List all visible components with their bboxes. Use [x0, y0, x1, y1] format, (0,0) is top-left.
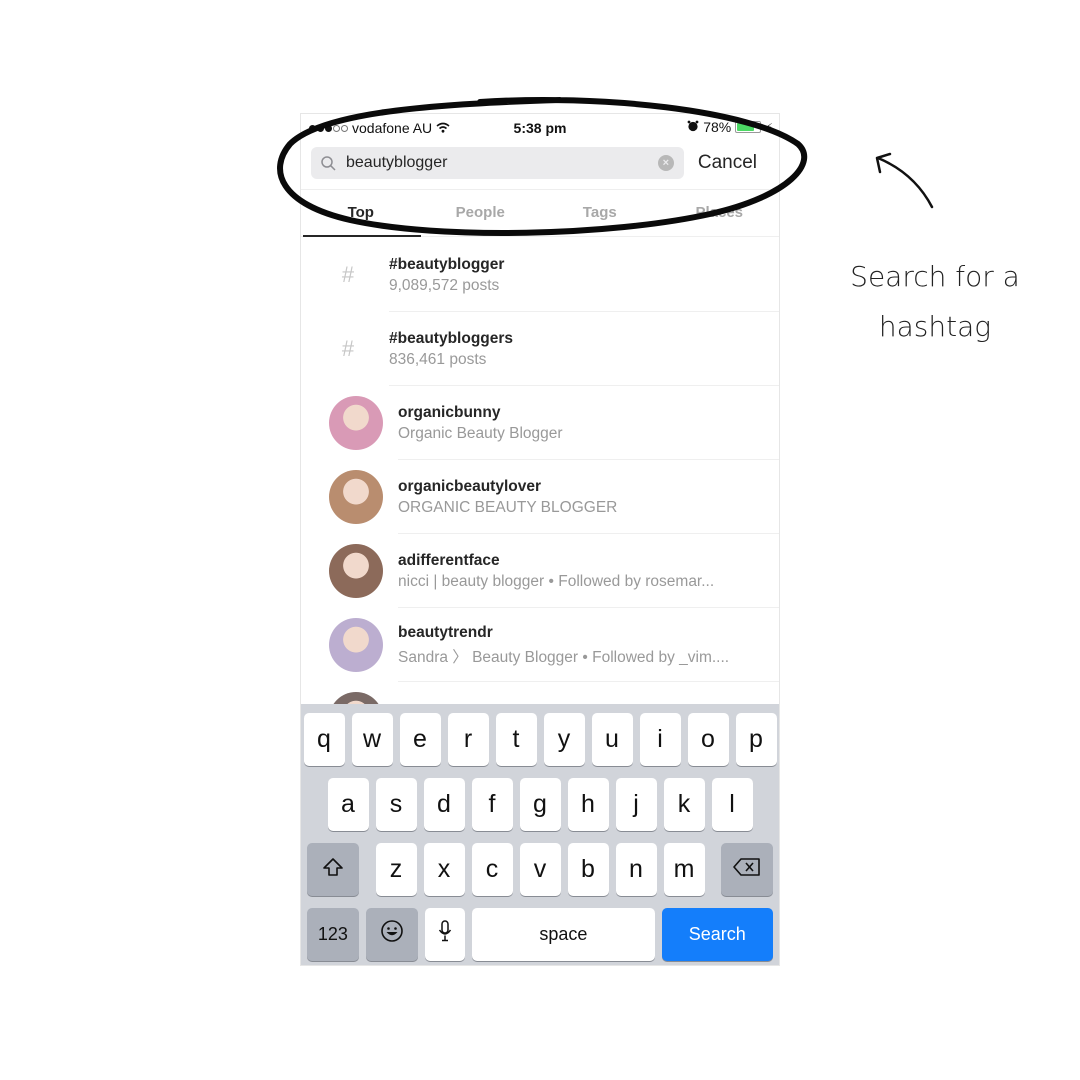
- backspace-icon: [733, 855, 761, 884]
- avatar: [329, 544, 383, 598]
- result-title: #beautybloggers: [389, 329, 514, 347]
- arrow-annotation-icon: [875, 152, 934, 209]
- keyboard-row-1: q w e r t y u i o p: [301, 713, 779, 766]
- result-username: beautytrendr: [398, 623, 493, 641]
- keyboard-row-4: 123 space Search: [307, 908, 773, 961]
- numbers-key[interactable]: 123: [307, 908, 359, 961]
- hashtag-result[interactable]: # #beautybloggers 836,461 posts: [301, 312, 779, 386]
- key-s[interactable]: s: [375, 778, 417, 831]
- microphone-icon: [438, 920, 452, 949]
- key-p[interactable]: p: [735, 713, 777, 766]
- keyboard: q w e r t y u i o p a s d f g h j k l z …: [301, 704, 779, 965]
- key-k[interactable]: k: [663, 778, 705, 831]
- result-bio: ORGANIC BEAUTY BLOGGER: [398, 498, 618, 516]
- key-e[interactable]: e: [399, 713, 441, 766]
- result-title: #beautyblogger: [389, 255, 505, 273]
- key-j[interactable]: j: [615, 778, 657, 831]
- keyboard-row-2: a s d f g h j k l: [301, 778, 779, 831]
- key-h[interactable]: h: [567, 778, 609, 831]
- result-bio: Sandra 〉 Beauty Blogger • Followed by _v…: [398, 648, 730, 666]
- key-l[interactable]: l: [711, 778, 753, 831]
- key-a[interactable]: a: [327, 778, 369, 831]
- delete-key[interactable]: [721, 843, 773, 896]
- result-username: organicbunny: [398, 403, 501, 421]
- search-results-list: # #beautyblogger 9,089,572 posts # #beau…: [301, 238, 779, 756]
- key-q[interactable]: q: [303, 713, 345, 766]
- result-post-count: 836,461 posts: [389, 350, 487, 368]
- avatar: [329, 618, 383, 672]
- result-bio: nicci | beauty blogger • Followed by ros…: [398, 572, 715, 590]
- key-g[interactable]: g: [519, 778, 561, 831]
- key-z[interactable]: z: [375, 843, 417, 896]
- key-b[interactable]: b: [567, 843, 609, 896]
- key-u[interactable]: u: [591, 713, 633, 766]
- key-w[interactable]: w: [351, 713, 393, 766]
- key-c[interactable]: c: [471, 843, 513, 896]
- annotation-line-1: Search for a: [850, 260, 1020, 293]
- microphone-key[interactable]: [424, 908, 466, 961]
- emoji-icon: [380, 919, 404, 950]
- key-y[interactable]: y: [543, 713, 585, 766]
- hashtag-icon: #: [341, 336, 355, 361]
- user-result[interactable]: adifferentface nicci | beauty blogger • …: [301, 534, 779, 608]
- highlight-circle-annotation: [277, 96, 808, 236]
- result-bio: Organic Beauty Blogger: [398, 424, 563, 442]
- key-n[interactable]: n: [615, 843, 657, 896]
- key-i[interactable]: i: [639, 713, 681, 766]
- hashtag-icon: #: [341, 262, 355, 287]
- key-o[interactable]: o: [687, 713, 729, 766]
- search-key[interactable]: Search: [661, 908, 773, 961]
- space-key[interactable]: space: [472, 908, 655, 961]
- key-m[interactable]: m: [663, 843, 705, 896]
- annotation-caption: Search for a hashtag: [830, 252, 1040, 352]
- hashtag-result[interactable]: # #beautyblogger 9,089,572 posts: [301, 238, 779, 312]
- key-d[interactable]: d: [423, 778, 465, 831]
- result-post-count: 9,089,572 posts: [389, 276, 500, 294]
- key-v[interactable]: v: [519, 843, 561, 896]
- result-username: adifferentface: [398, 551, 500, 569]
- shift-key[interactable]: [307, 843, 359, 896]
- user-result[interactable]: beautytrendr Sandra 〉 Beauty Blogger • F…: [301, 608, 779, 682]
- key-f[interactable]: f: [471, 778, 513, 831]
- user-result[interactable]: organicbunny Organic Beauty Blogger: [301, 386, 779, 460]
- shift-icon: [322, 855, 344, 884]
- user-result[interactable]: organicbeautylover ORGANIC BEAUTY BLOGGE…: [301, 460, 779, 534]
- emoji-key[interactable]: [365, 908, 418, 961]
- key-x[interactable]: x: [423, 843, 465, 896]
- result-username: organicbeautylover: [398, 477, 541, 495]
- avatar: [329, 396, 383, 450]
- keyboard-row-3: z x c v b n m: [307, 843, 773, 896]
- avatar: [329, 470, 383, 524]
- key-r[interactable]: r: [447, 713, 489, 766]
- annotation-line-2: hashtag: [878, 310, 992, 343]
- key-t[interactable]: t: [495, 713, 537, 766]
